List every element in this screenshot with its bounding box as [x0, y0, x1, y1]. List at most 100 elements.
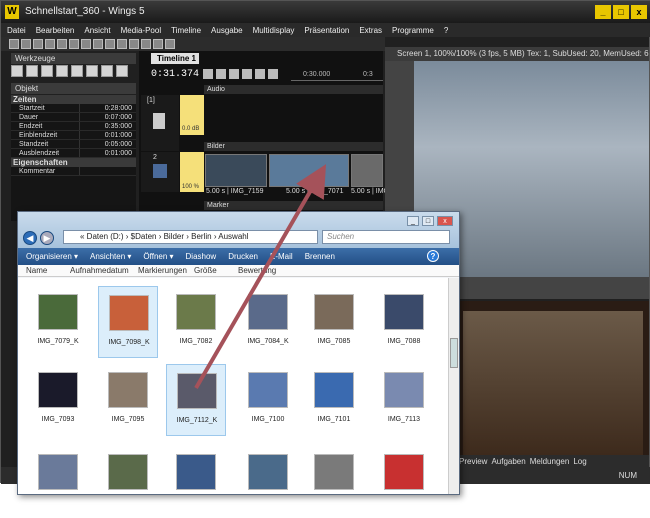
- help-icon[interactable]: ?: [427, 250, 439, 262]
- property-row[interactable]: Kommentar: [11, 167, 136, 176]
- paste-icon[interactable]: [69, 39, 79, 49]
- file-item[interactable]: IMG_7082: [166, 286, 226, 358]
- tab-meldungen[interactable]: Meldungen: [530, 457, 570, 466]
- file-item[interactable]: IMG_7085: [304, 286, 364, 358]
- forward-icon[interactable]: ▶: [40, 231, 54, 245]
- column-size[interactable]: Größe: [194, 266, 217, 275]
- file-item[interactable]: IMG_7084_K: [238, 286, 298, 358]
- file-item[interactable]: [238, 446, 298, 518]
- property-row[interactable]: Einblendzeit 0:01:000: [11, 131, 136, 140]
- file-item[interactable]: IMG_7079_K: [28, 286, 88, 358]
- print-button[interactable]: Drucken: [228, 252, 258, 261]
- play-icon[interactable]: [105, 39, 115, 49]
- file-item[interactable]: IMG_7112_K: [166, 364, 226, 436]
- pause-icon[interactable]: [216, 69, 226, 79]
- menu-timeline[interactable]: Timeline: [171, 26, 201, 35]
- redo-icon[interactable]: [93, 39, 103, 49]
- record-icon[interactable]: [255, 69, 265, 79]
- stop-icon[interactable]: [229, 69, 239, 79]
- link-tool-icon[interactable]: [101, 65, 113, 77]
- loop-icon[interactable]: [242, 69, 252, 79]
- play-icon[interactable]: [203, 69, 213, 79]
- move-tool-icon[interactable]: [26, 65, 38, 77]
- scrollbar-thumb[interactable]: [450, 338, 458, 368]
- file-item[interactable]: [28, 446, 88, 518]
- column-tags[interactable]: Markierungen: [138, 266, 187, 275]
- marker-tool-icon[interactable]: [86, 65, 98, 77]
- fade-tool-icon[interactable]: [71, 65, 83, 77]
- file-item[interactable]: [304, 446, 364, 518]
- explorer-close-button[interactable]: x: [437, 216, 453, 226]
- settings-icon[interactable]: [153, 39, 163, 49]
- tab-preview[interactable]: Preview: [459, 457, 487, 466]
- column-rating[interactable]: Bewertung: [238, 266, 276, 275]
- file-item[interactable]: [374, 446, 434, 518]
- grid-icon[interactable]: [129, 39, 139, 49]
- tab-aufgaben[interactable]: Aufgaben: [491, 457, 525, 466]
- burn-button[interactable]: Brennen: [305, 252, 335, 261]
- property-row[interactable]: Endzeit 0:35:000: [11, 122, 136, 131]
- track-header-audio[interactable]: Audio: [204, 85, 383, 94]
- file-item[interactable]: IMG_7093: [28, 364, 88, 436]
- views-button[interactable]: Ansichten ▾: [90, 252, 131, 261]
- zoom-icon[interactable]: [141, 39, 151, 49]
- open-button[interactable]: Öffnen ▾: [143, 252, 173, 261]
- menu-programme[interactable]: Programme: [392, 26, 434, 35]
- menu-ausgabe[interactable]: Ausgabe: [211, 26, 243, 35]
- file-item[interactable]: IMG_7095: [98, 364, 158, 436]
- track-header-marker[interactable]: Marker: [204, 201, 383, 210]
- organize-button[interactable]: Organisieren ▾: [26, 252, 78, 261]
- tab-log[interactable]: Log: [573, 457, 586, 466]
- explorer-maximize-button[interactable]: □: [422, 216, 434, 226]
- record-icon[interactable]: [117, 39, 127, 49]
- maximize-button[interactable]: □: [613, 5, 629, 19]
- cut-icon[interactable]: [45, 39, 55, 49]
- new-icon[interactable]: [9, 39, 19, 49]
- open-icon[interactable]: [21, 39, 31, 49]
- close-button[interactable]: x: [631, 5, 647, 19]
- file-item[interactable]: [166, 446, 226, 518]
- menu-media-pool[interactable]: Media-Pool: [121, 26, 161, 35]
- save-icon[interactable]: [33, 39, 43, 49]
- file-item[interactable]: IMG_7088: [374, 286, 434, 358]
- section-zeiten[interactable]: Zeiten: [11, 95, 136, 104]
- slideshow-button[interactable]: Diashow: [186, 252, 217, 261]
- tab-timeline-1[interactable]: Timeline 1: [151, 53, 199, 64]
- file-item[interactable]: IMG_7098_K: [98, 286, 158, 358]
- track-header-bilder[interactable]: Bilder: [204, 142, 383, 151]
- menu-multidisplay[interactable]: Multidisplay: [253, 26, 295, 35]
- undo-icon[interactable]: [81, 39, 91, 49]
- back-icon[interactable]: ◀: [23, 231, 37, 245]
- zoom-tool-icon[interactable]: [56, 65, 68, 77]
- property-row[interactable]: Dauer 0:07:000: [11, 113, 136, 122]
- property-row[interactable]: Ausblendzeit 0:01:000: [11, 149, 136, 158]
- file-item[interactable]: IMG_7113: [374, 364, 434, 436]
- snap-icon[interactable]: [268, 69, 278, 79]
- display-icon[interactable]: [165, 39, 175, 49]
- menu-datei[interactable]: Datei: [7, 26, 26, 35]
- property-row[interactable]: Startzeit 0:28:000: [11, 104, 136, 113]
- menu-ansicht[interactable]: Ansicht: [84, 26, 110, 35]
- column-name[interactable]: Name: [26, 266, 47, 275]
- column-date[interactable]: Aufnahmedatum: [70, 266, 129, 275]
- section-eigenschaften[interactable]: Eigenschaften: [11, 158, 136, 167]
- menu-praesentation[interactable]: Präsentation: [304, 26, 349, 35]
- time-ruler[interactable]: 0:30.000 0:3: [291, 71, 383, 81]
- menu-bearbeiten[interactable]: Bearbeiten: [36, 26, 75, 35]
- lock-tool-icon[interactable]: [116, 65, 128, 77]
- timeline-clip[interactable]: [351, 154, 383, 187]
- menu-help[interactable]: ?: [444, 26, 448, 35]
- timeline-clip[interactable]: [205, 154, 267, 187]
- file-item[interactable]: IMG_7100: [238, 364, 298, 436]
- copy-icon[interactable]: [57, 39, 67, 49]
- timeline-clip[interactable]: [269, 154, 349, 187]
- file-item[interactable]: [98, 446, 158, 518]
- menu-extras[interactable]: Extras: [359, 26, 382, 35]
- explorer-minimize-button[interactable]: _: [407, 216, 419, 226]
- minimize-button[interactable]: _: [595, 5, 611, 19]
- file-item[interactable]: IMG_7101: [304, 364, 364, 436]
- property-row[interactable]: Standzeit 0:05:000: [11, 140, 136, 149]
- address-bar[interactable]: « Daten (D:) › $Daten › Bilder › Berlin …: [63, 230, 318, 244]
- cut-tool-icon[interactable]: [41, 65, 53, 77]
- scrollbar[interactable]: [448, 278, 459, 494]
